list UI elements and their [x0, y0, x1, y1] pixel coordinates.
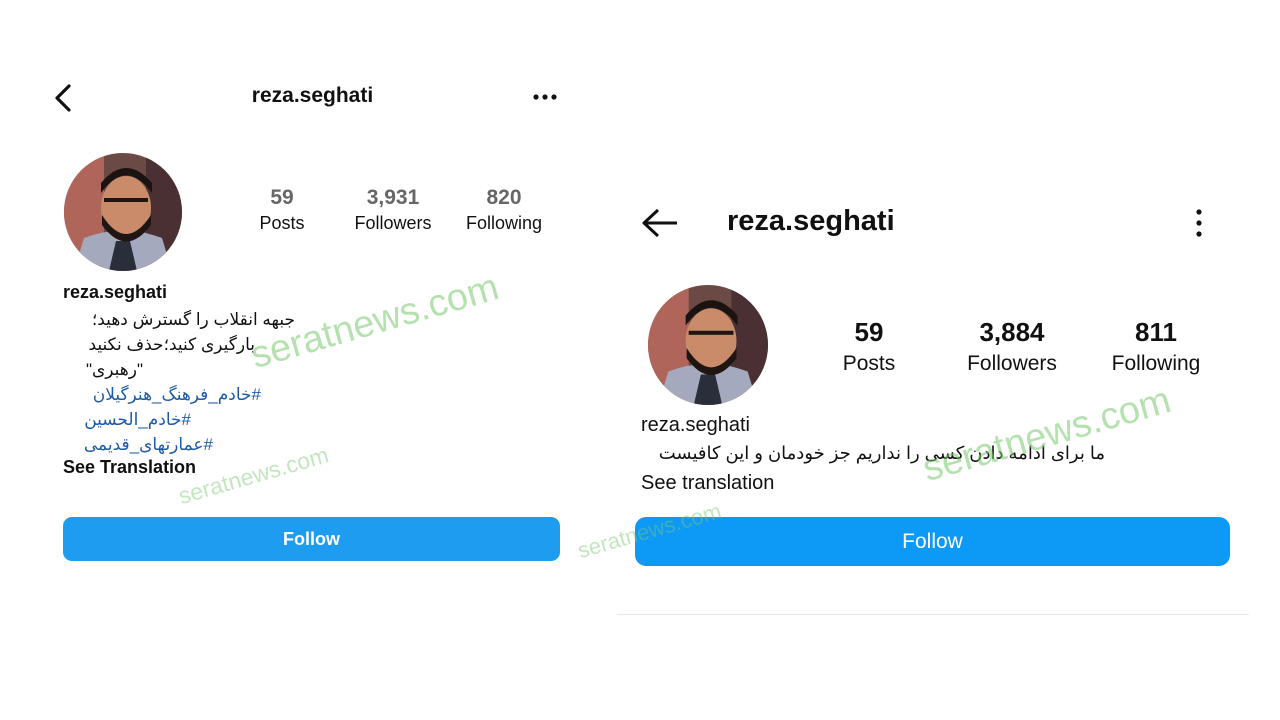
followers-stat[interactable]: 3,931 Followers [338, 186, 448, 236]
profile-display-name: reza.seghati [63, 282, 168, 302]
following-label: Following [1111, 352, 1201, 375]
followers-stat[interactable]: 3,884 Followers [942, 315, 1082, 379]
see-translation-link[interactable]: See translation [641, 472, 774, 495]
profile-username-title: reza.seghati [727, 205, 895, 237]
following-stat[interactable]: 820 Following [449, 186, 559, 236]
hashtag-link[interactable]: #عمارتهای_قدیمی [63, 432, 213, 457]
posts-count: 59 [854, 317, 884, 347]
followers-count: 3,931 [366, 186, 420, 209]
profile-username-title: reza.seghati [251, 84, 374, 107]
following-count: 811 [1135, 317, 1177, 347]
divider [617, 614, 1249, 615]
back-arrow-icon[interactable] [640, 206, 680, 240]
follow-button[interactable]: Follow [635, 517, 1230, 566]
see-translation-link[interactable]: See Translation [63, 457, 196, 478]
posts-count: 59 [270, 186, 294, 209]
followers-label: Followers [354, 213, 432, 233]
following-label: Following [465, 213, 543, 233]
following-stat[interactable]: 811 Following [1086, 315, 1226, 379]
bio-line: جبهه انقلاب را گسترش دهید؛ [91, 310, 295, 329]
posts-stat[interactable]: 59 Posts [227, 186, 337, 236]
hashtag-link[interactable]: #خادم_فرهنگ_هنرگیلان [63, 382, 261, 407]
posts-label: Posts [259, 213, 305, 233]
profile-avatar[interactable] [64, 153, 182, 271]
followers-label: Followers [967, 352, 1057, 375]
profile-avatar[interactable] [648, 285, 768, 405]
profile-display-name: reza.seghati [641, 414, 750, 436]
bio-line: بارگیری کنید؛حذف نکنید [88, 335, 255, 354]
more-options-icon[interactable] [528, 84, 562, 110]
more-options-vertical-icon[interactable] [1189, 206, 1209, 240]
bio-line: "رهبری" [85, 360, 143, 379]
hashtag-link[interactable]: #خادم_الحسین [63, 407, 191, 432]
following-count: 820 [486, 186, 522, 209]
watermark: seratnews.com [918, 379, 1176, 491]
follow-button[interactable]: Follow [63, 517, 560, 561]
followers-count: 3,884 [979, 317, 1045, 347]
posts-stat[interactable]: 59 Posts [799, 315, 939, 379]
bio-text: ما برای ادامه دادن کسی را نداریم جز خودم… [658, 443, 1105, 463]
posts-label: Posts [842, 352, 896, 375]
back-chevron-icon[interactable] [52, 84, 76, 112]
